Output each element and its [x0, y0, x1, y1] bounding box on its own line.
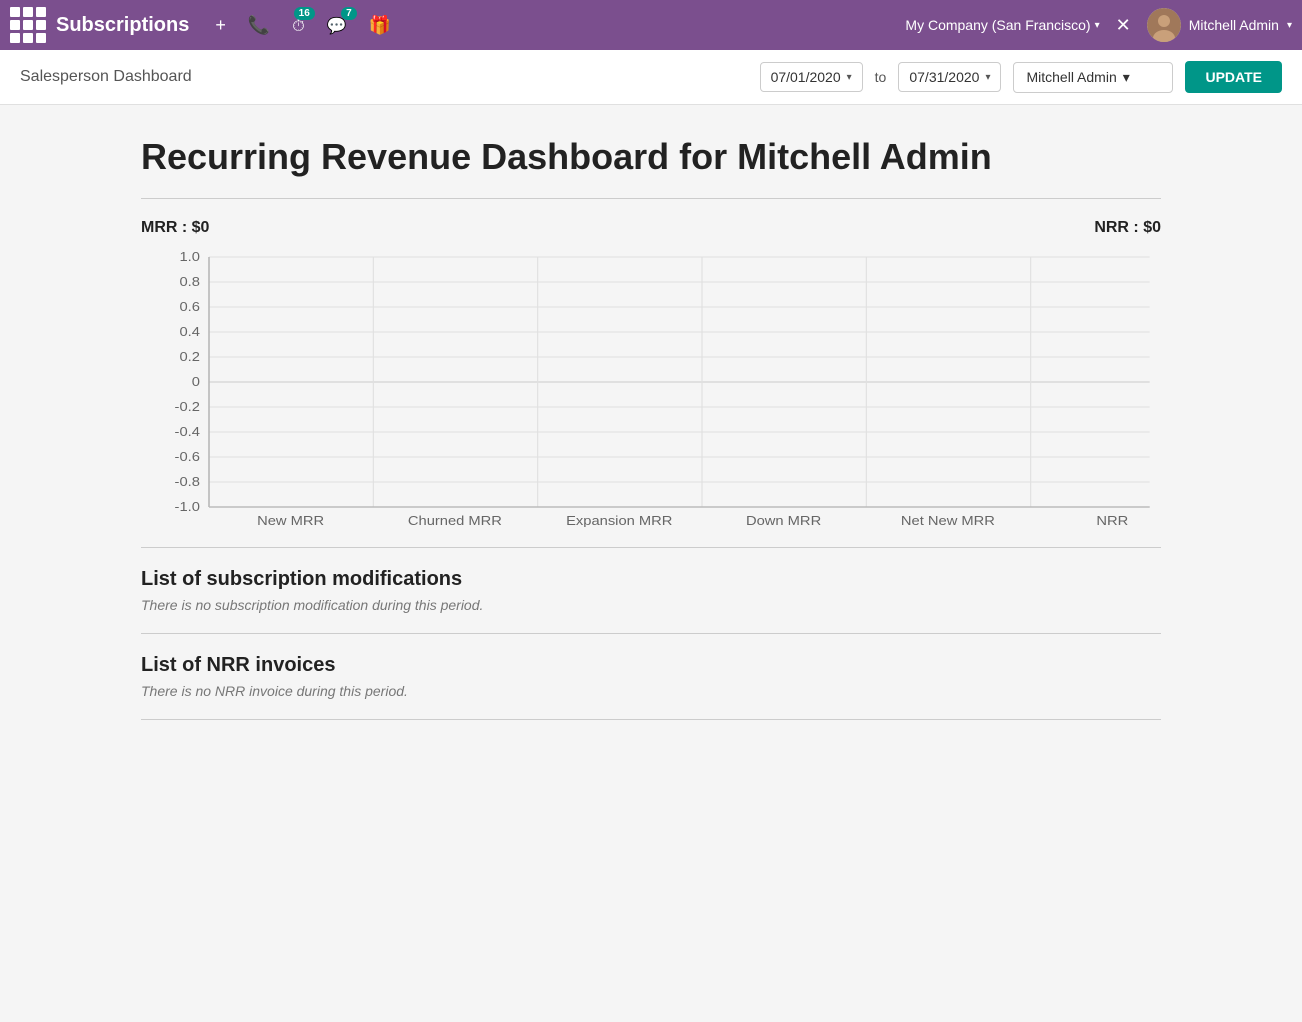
nrr-label: NRR : $0 — [1094, 219, 1161, 237]
svg-text:0.8: 0.8 — [179, 274, 200, 289]
svg-text:1.0: 1.0 — [179, 249, 200, 264]
svg-text:NRR: NRR — [1096, 513, 1128, 527]
svg-text:Net New MRR: Net New MRR — [901, 513, 995, 527]
salesperson-value: Mitchell Admin — [1026, 69, 1116, 85]
chat-badge: 7 — [341, 7, 357, 20]
svg-text:Churned MRR: Churned MRR — [408, 513, 502, 527]
date-from-value: 07/01/2020 — [771, 69, 841, 85]
avatar — [1147, 8, 1181, 42]
date-to-arrow: ▾ — [985, 72, 990, 83]
user-dropdown-arrow: ▾ — [1287, 20, 1292, 31]
divider-4 — [141, 719, 1161, 720]
salesperson-arrow: ▾ — [1123, 69, 1130, 86]
subscription-modifications-section: List of subscription modifications There… — [141, 568, 1161, 613]
svg-text:Expansion MRR: Expansion MRR — [566, 513, 672, 527]
activity-badge: 16 — [294, 7, 315, 20]
date-to-picker[interactable]: 07/31/2020 ▾ — [898, 62, 1001, 92]
company-selector[interactable]: My Company (San Francisco) ▾ — [905, 17, 1099, 33]
svg-text:-0.6: -0.6 — [175, 449, 201, 464]
user-name: Mitchell Admin — [1189, 17, 1279, 33]
top-navigation: Subscriptions + 📞 ⏱ 16 💬 7 🎁 My Company … — [0, 0, 1302, 50]
nrr-invoices-title: List of NRR invoices — [141, 654, 1161, 677]
mrr-label: MRR : $0 — [141, 219, 209, 237]
phone-icon[interactable]: 📞 — [242, 11, 276, 40]
add-button[interactable]: + — [209, 11, 232, 40]
subheader: Salesperson Dashboard 07/01/2020 ▾ to 07… — [0, 50, 1302, 105]
gift-icon[interactable]: 🎁 — [363, 11, 397, 40]
subscription-modifications-title: List of subscription modifications — [141, 568, 1161, 591]
chart-header: MRR : $0 NRR : $0 — [141, 219, 1161, 237]
company-dropdown-arrow: ▾ — [1095, 20, 1100, 31]
date-to-value: 07/31/2020 — [909, 69, 979, 85]
page-title: Salesperson Dashboard — [20, 68, 748, 86]
svg-text:-0.4: -0.4 — [175, 424, 201, 439]
revenue-chart: 1.0 0.8 0.6 0.4 0.2 0 -0.2 -0.4 -0.6 -0.… — [141, 247, 1161, 527]
main-content: Recurring Revenue Dashboard for Mitchell… — [101, 105, 1201, 770]
date-from-picker[interactable]: 07/01/2020 ▾ — [760, 62, 863, 92]
date-separator: to — [875, 69, 887, 85]
apps-menu-icon[interactable] — [10, 7, 46, 43]
app-title: Subscriptions — [56, 14, 189, 37]
svg-text:-0.2: -0.2 — [175, 399, 201, 414]
update-button[interactable]: UPDATE — [1185, 61, 1282, 93]
chat-icon[interactable]: 💬 7 — [321, 11, 353, 40]
svg-text:New MRR: New MRR — [257, 513, 324, 527]
svg-text:-1.0: -1.0 — [175, 499, 201, 514]
salesperson-selector[interactable]: Mitchell Admin ▾ — [1013, 62, 1173, 93]
divider-2 — [141, 547, 1161, 548]
chart-svg: 1.0 0.8 0.6 0.4 0.2 0 -0.2 -0.4 -0.6 -0.… — [141, 247, 1161, 527]
divider-1 — [141, 198, 1161, 199]
activity-icon[interactable]: ⏱ 16 — [286, 11, 310, 40]
svg-text:Down MRR: Down MRR — [746, 513, 821, 527]
svg-text:0: 0 — [192, 374, 200, 389]
user-menu[interactable]: Mitchell Admin ▾ — [1147, 8, 1292, 42]
subscription-modifications-empty: There is no subscription modification du… — [141, 597, 1161, 613]
phone-symbol: 📞 — [248, 15, 270, 35]
divider-3 — [141, 633, 1161, 634]
svg-text:0.2: 0.2 — [179, 349, 200, 364]
svg-text:-0.8: -0.8 — [175, 474, 201, 489]
nrr-invoices-section: List of NRR invoices There is no NRR inv… — [141, 654, 1161, 699]
nrr-invoices-empty: There is no NRR invoice during this peri… — [141, 683, 1161, 699]
dashboard-heading: Recurring Revenue Dashboard for Mitchell… — [141, 135, 1161, 178]
close-button[interactable]: ✕ — [1110, 11, 1137, 40]
company-name: My Company (San Francisco) — [905, 17, 1090, 33]
svg-text:0.4: 0.4 — [179, 324, 200, 339]
svg-text:0.6: 0.6 — [179, 299, 200, 314]
date-from-arrow: ▾ — [847, 72, 852, 83]
